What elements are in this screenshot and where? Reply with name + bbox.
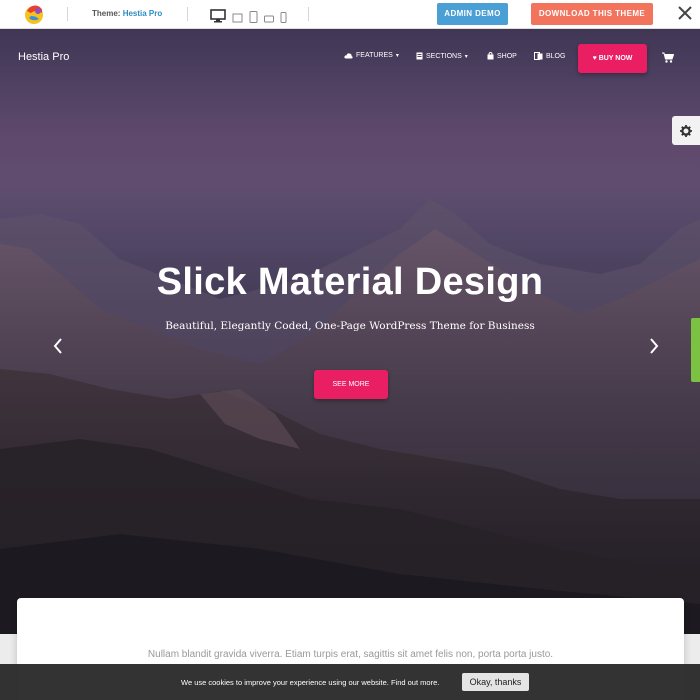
buy-now-button[interactable]: ♥ BUY NOW	[578, 44, 647, 73]
chevron-down-icon: ▾	[464, 53, 468, 60]
settings-panel-toggle[interactable]	[672, 116, 700, 145]
theme-name: Hestia Pro	[122, 9, 163, 18]
nav-features[interactable]: FEATURES ▾	[344, 52, 399, 59]
pages-icon	[534, 52, 543, 60]
desktop-icon[interactable]	[210, 9, 226, 23]
buy-now-label: BUY NOW	[598, 55, 633, 62]
see-more-button[interactable]: SEE MORE	[314, 370, 388, 399]
download-theme-button[interactable]: DOWNLOAD THIS THEME	[531, 3, 653, 25]
heart-icon: ♥	[592, 55, 597, 62]
cart-icon[interactable]	[662, 52, 674, 63]
close-icon[interactable]	[675, 3, 695, 23]
divider	[187, 7, 188, 21]
chevron-left-icon[interactable]	[51, 336, 65, 356]
theme-prefix: Theme:	[92, 9, 121, 18]
theme-label: Theme: Hestia Pro	[92, 9, 162, 18]
divider	[308, 7, 309, 21]
cookie-message[interactable]: We use cookies to improve your experienc…	[181, 678, 439, 687]
nav-blog-label: BLOG	[546, 52, 566, 60]
themeisle-logo[interactable]	[22, 2, 46, 26]
nav-shop[interactable]: SHOP	[487, 52, 517, 60]
nav-sections-label: SECTIONS	[426, 52, 462, 60]
cookie-accept-button[interactable]: Okay, thanks	[462, 673, 529, 691]
phone-icon[interactable]	[280, 12, 287, 23]
tablet-icon[interactable]	[249, 11, 258, 23]
nav-features-label: FEATURES	[356, 52, 393, 59]
document-icon	[416, 52, 423, 60]
demo-bar: Theme: Hestia Pro ADMIN DEMO DOWNLOAD TH…	[0, 0, 700, 29]
hero-title: Slick Material Design	[156, 261, 544, 303]
nav-shop-label: SHOP	[497, 52, 517, 60]
admin-demo-button[interactable]: ADMIN DEMO	[437, 3, 508, 25]
intro-text: Nullam blandit gravida viverra. Etiam tu…	[147, 649, 554, 660]
nav-blog[interactable]: BLOG	[534, 52, 565, 60]
laptop-icon[interactable]	[232, 13, 243, 23]
chevron-down-icon: ▾	[395, 53, 399, 59]
gear-icon	[680, 124, 692, 137]
hero-subtitle: Beautiful, Elegantly Coded, One-Page Wor…	[165, 320, 535, 332]
device-switcher	[210, 5, 287, 23]
chevron-right-icon[interactable]	[647, 336, 661, 356]
site-brand[interactable]: Hestia Pro	[18, 51, 69, 63]
divider	[67, 7, 68, 21]
tablet-landscape-icon[interactable]	[264, 15, 274, 23]
bag-icon	[487, 52, 494, 60]
cloud-icon	[344, 53, 353, 59]
cookie-notice: We use cookies to improve your experienc…	[0, 664, 700, 700]
nav-sections[interactable]: SECTIONS ▾	[416, 52, 468, 60]
